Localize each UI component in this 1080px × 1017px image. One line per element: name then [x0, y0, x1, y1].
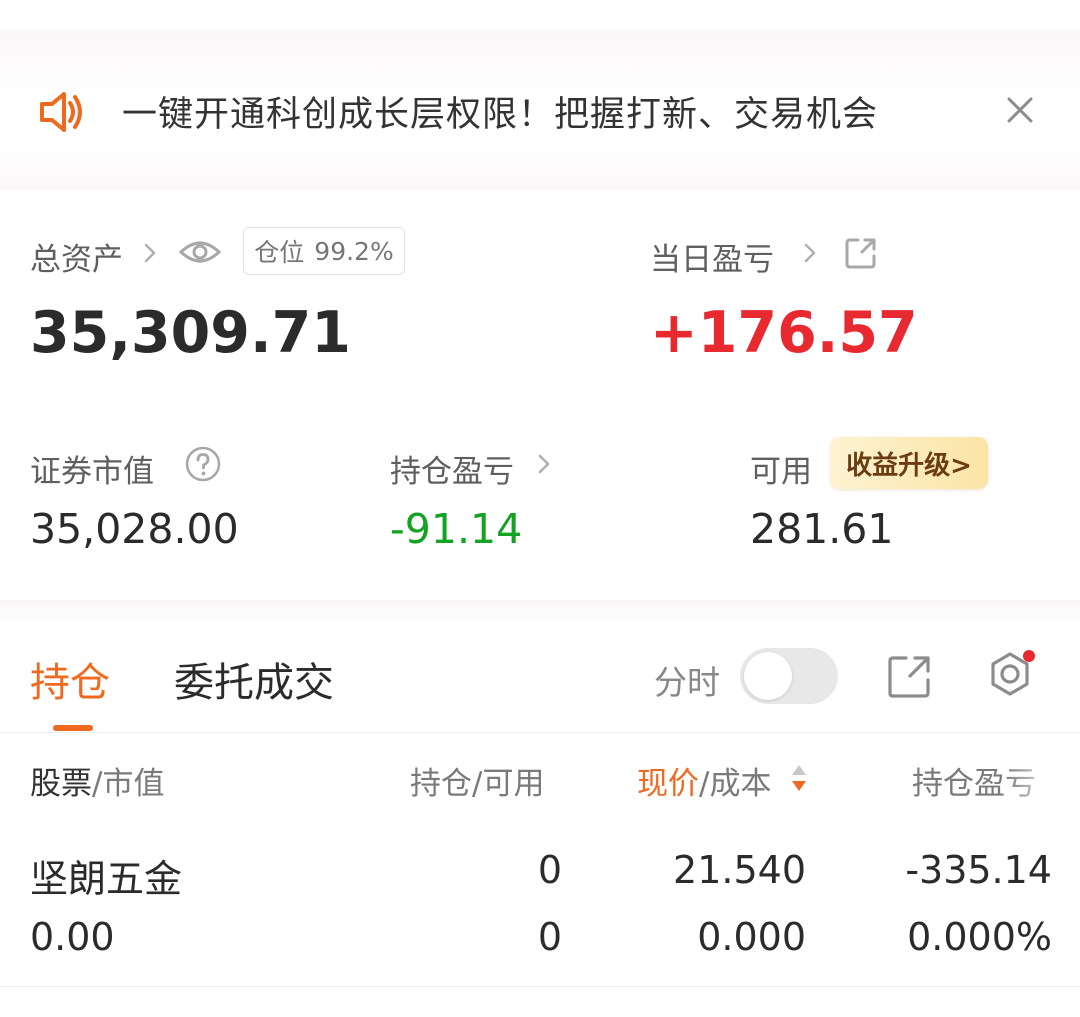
- available-label: 可用: [750, 454, 812, 490]
- notice-text[interactable]: 一键开通科创成长层权限！把握打新、交易机会: [122, 86, 878, 137]
- holding-pnl-value: -91.14: [390, 505, 523, 553]
- stock-pnl-pct: 0.000%: [907, 915, 1052, 959]
- help-icon[interactable]: [184, 445, 222, 483]
- tab-indicator: [53, 725, 93, 731]
- stock-price: 21.540: [673, 848, 806, 892]
- daily-pnl-label[interactable]: 当日盈亏: [650, 234, 774, 279]
- header-cost-label: /成本: [699, 766, 772, 802]
- position-badge: 仓位 99.2%: [243, 227, 405, 275]
- chevron-right-icon[interactable]: [802, 241, 818, 265]
- stock-available: 0: [537, 915, 562, 959]
- stock-market-value: 0.00: [30, 915, 115, 959]
- toggle-knob: [744, 652, 792, 700]
- column-header-pnl[interactable]: 持仓盈亏: [912, 758, 1080, 803]
- tab-orders[interactable]: 委托成交: [174, 650, 334, 708]
- share-icon[interactable]: [844, 236, 878, 270]
- gear-icon[interactable]: [982, 648, 1038, 704]
- market-value-value: 35,028.00: [30, 505, 239, 553]
- upgrade-button[interactable]: 收益升级>: [830, 437, 988, 489]
- market-value-label: 证券市值: [30, 454, 154, 490]
- total-assets-label[interactable]: 总资产: [30, 234, 123, 279]
- row-divider: [0, 986, 1080, 987]
- column-header-position[interactable]: 持仓/可用: [410, 758, 544, 803]
- notification-dot: [1023, 650, 1035, 662]
- tab-holdings[interactable]: 持仓: [30, 650, 110, 708]
- position-label: 仓位: [254, 238, 305, 267]
- stock-name: 坚朗五金: [30, 857, 183, 901]
- stock-pnl: -335.14: [905, 848, 1052, 892]
- header-divider: [0, 732, 1080, 733]
- header-stock-label: 股票: [30, 766, 92, 802]
- total-assets-value: 35,309.71: [30, 300, 351, 366]
- export-icon[interactable]: [886, 654, 932, 700]
- header-price-label: 现价: [637, 766, 699, 802]
- position-value: 99.2%: [314, 236, 394, 266]
- holding-pnl-label[interactable]: 持仓盈亏: [390, 446, 514, 491]
- daily-pnl-value: +176.57: [650, 300, 918, 366]
- stock-cost: 0.000: [697, 915, 806, 959]
- sort-icon[interactable]: [790, 762, 808, 794]
- eye-icon[interactable]: [178, 236, 222, 268]
- intraday-toggle[interactable]: [740, 648, 838, 704]
- header-market-value-label: /市值: [92, 766, 165, 802]
- speaker-icon: [40, 92, 82, 132]
- available-value: 281.61: [750, 505, 894, 553]
- chevron-right-icon[interactable]: [536, 452, 552, 476]
- chevron-right-icon[interactable]: [142, 241, 158, 265]
- column-header-price[interactable]: 现价/成本: [637, 758, 771, 803]
- stock-position: 0: [537, 848, 562, 892]
- section-divider: [0, 600, 1080, 624]
- intraday-label: 分时: [654, 663, 720, 702]
- close-icon[interactable]: [1006, 96, 1034, 124]
- column-header-stock[interactable]: 股票/市值: [30, 758, 164, 803]
